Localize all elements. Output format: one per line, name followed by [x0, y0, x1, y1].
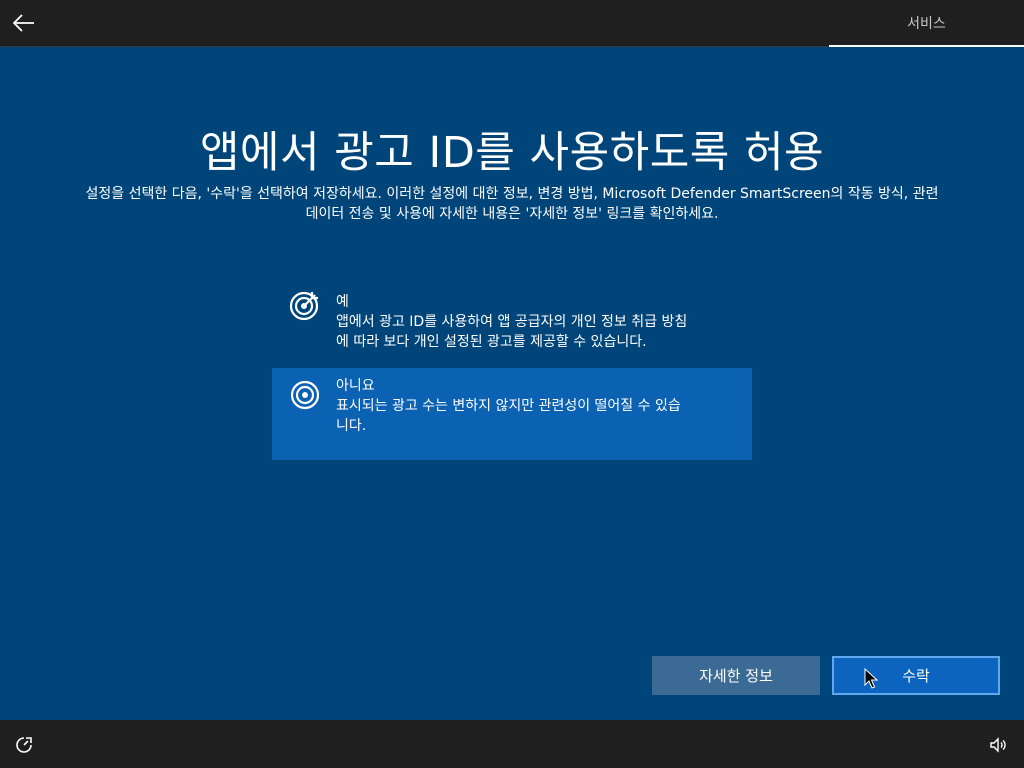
description-line-2: 데이터 전송 및 사용에 자세한 내용은 '자세한 정보' 링크를 확인하세요.: [305, 206, 719, 222]
back-arrow-icon: [13, 14, 34, 32]
tab-services-label: 서비스: [907, 16, 946, 32]
accept-label: 수락: [902, 667, 930, 685]
accept-button[interactable]: 수락: [832, 656, 1000, 695]
page-description: 설정을 선택한 다음, '수락'을 선택하여 저장하세요. 이러한 설정에 대한…: [40, 184, 984, 224]
option-yes-desc-line-2: 에 따라 보다 개인 설정된 광고를 제공할 수 있습니다.: [336, 334, 647, 350]
oobe-screen: 서비스 앱에서 광고 ID를 사용하도록 허용 설정을 선택한 다음, '수락'…: [0, 0, 1024, 768]
option-no-desc-line-1: 표시되는 광고 수는 변하지 않지만 관련성이 떨어질 수 있습: [336, 398, 681, 414]
back-button[interactable]: [6, 5, 42, 41]
learn-more-label: 자세한 정보: [699, 667, 773, 685]
tab-active-indicator: [829, 45, 1024, 47]
description-line-1: 설정을 선택한 다음, '수락'을 선택하여 저장하세요. 이러한 설정에 대한…: [85, 186, 939, 202]
option-no-title: 아니요: [336, 378, 375, 394]
mouse-cursor-icon: [864, 668, 878, 689]
option-no-desc-line-2: 니다.: [336, 418, 367, 434]
option-yes-desc-line-1: 앱에서 광고 ID를 사용하여 앱 공급자의 개인 정보 취급 방침: [336, 314, 688, 330]
learn-more-button[interactable]: 자세한 정보: [652, 656, 820, 695]
option-yes-title: 예: [336, 294, 349, 310]
page-title: 앱에서 광고 ID를 사용하도록 허용: [199, 128, 825, 178]
bottom-bar: [0, 720, 1024, 768]
target-icon: [290, 380, 320, 410]
target-arrow-icon: [289, 291, 319, 321]
option-yes[interactable]: 예 앱에서 광고 ID를 사용하여 앱 공급자의 개인 정보 취급 방침 에 따…: [272, 284, 752, 370]
volume-icon[interactable]: [986, 733, 1010, 757]
ease-of-access-icon[interactable]: [12, 733, 36, 757]
option-no[interactable]: 아니요 표시되는 광고 수는 변하지 않지만 관련성이 떨어질 수 있습 니다.: [272, 368, 752, 460]
tab-services[interactable]: 서비스: [829, 0, 1024, 46]
